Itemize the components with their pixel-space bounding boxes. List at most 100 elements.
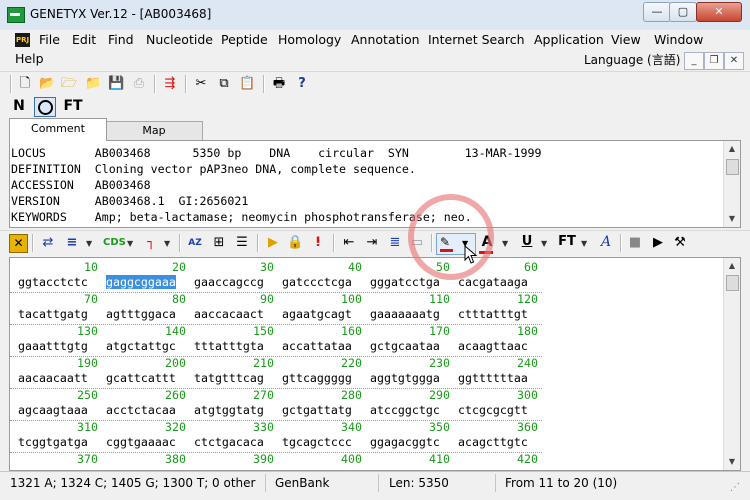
sequence-block[interactable]: tttatttgta — [194, 339, 264, 353]
stop-icon[interactable]: ■ — [627, 235, 643, 251]
open-project-icon[interactable]: 🗁 — [61, 76, 77, 92]
menu-peptide[interactable]: Peptide — [221, 32, 268, 48]
cds-dropdown-icon[interactable]: ▼ — [127, 239, 133, 248]
grid-icon[interactable]: ⊞ — [211, 235, 227, 251]
sequence-block[interactable]: ggttttttaa — [458, 371, 528, 385]
menu-internet-search[interactable]: Internet Search — [428, 32, 525, 48]
sequence-block[interactable]: ggtacctctc — [18, 275, 88, 289]
close-button[interactable]: ✕ — [696, 2, 742, 22]
sequence-block[interactable]: acagcttgtc — [458, 435, 528, 449]
sequence-panel[interactable]: 10 20 30 40 50 60 ggtacctctc gaggcggaaa gaaccagc… — [9, 257, 741, 471]
scroll-thumb[interactable] — [726, 159, 739, 175]
sequence-block[interactable]: atgctattgc — [106, 339, 176, 353]
tools-icon[interactable]: ⚒ — [672, 235, 688, 251]
sequence-block[interactable]: gggatcctga — [370, 275, 440, 289]
sequence-block[interactable]: acaagttaac — [458, 339, 528, 353]
menu-edit[interactable]: Edit — [72, 32, 96, 48]
help-icon[interactable]: ? — [294, 76, 310, 92]
selected-sequence-block[interactable]: gaggcggaaa — [106, 275, 176, 289]
sequence-block[interactable]: gaaatttgtg — [18, 339, 88, 353]
language-selector[interactable]: Language (言語) — [584, 51, 680, 68]
open-folder-icon[interactable]: 📂 — [39, 76, 55, 92]
sequence-block[interactable]: gaaaaaaatg — [370, 307, 440, 321]
font-color-dropdown-icon[interactable]: ▼ — [502, 239, 508, 248]
cut-icon[interactable]: ✂ — [193, 76, 209, 92]
sequence-block[interactable]: gaaccagccg — [194, 275, 264, 289]
seq-scroll-up-icon[interactable]: ▲ — [724, 258, 740, 274]
doc-minimize-button[interactable]: _ — [684, 52, 704, 70]
doc-close-button[interactable]: ✕ — [724, 52, 744, 70]
sequence-block[interactable]: tatgtttcag — [194, 371, 264, 385]
sequence-block[interactable]: ctttatttgt — [458, 307, 528, 321]
line-style-icon[interactable]: ≡ — [63, 235, 81, 251]
menu-annotation[interactable]: Annotation — [351, 32, 420, 48]
scroll-down-icon[interactable]: ▼ — [724, 211, 740, 227]
sequence-block[interactable]: agtttggaca — [106, 307, 176, 321]
print-icon[interactable]: 🖶 — [271, 76, 287, 92]
folder-up-icon[interactable]: 📁 — [85, 76, 101, 92]
sequence-block[interactable]: tgcagctccc — [282, 435, 352, 449]
sequence-block[interactable]: ctcgcgcgtt — [458, 403, 528, 417]
print-preview-icon[interactable]: ⎙ — [131, 76, 147, 92]
italic-font-icon[interactable]: A — [598, 234, 614, 250]
sort-icon[interactable]: AZ — [186, 235, 204, 251]
underline-icon[interactable]: U — [519, 234, 535, 250]
sequence-block[interactable]: gctgcaataa — [370, 339, 440, 353]
sequence-block[interactable]: tcggtgatga — [18, 435, 88, 449]
view-mode-circular[interactable] — [34, 97, 56, 117]
convert-icon[interactable]: ⇶ — [162, 76, 178, 92]
position-icon[interactable]: ⵑ — [310, 235, 326, 251]
menu-find[interactable]: Find — [108, 32, 134, 48]
menu-help[interactable]: Help — [15, 51, 44, 67]
sequence-block[interactable]: tacattgatg — [18, 307, 88, 321]
scroll-up-icon[interactable]: ▲ — [724, 141, 740, 157]
sequence-block[interactable]: gcattcattt — [106, 371, 176, 385]
sequence-block[interactable]: ctctgacaca — [194, 435, 264, 449]
view-mode-ft[interactable]: FT — [62, 98, 84, 114]
sequence-block[interactable]: aggtgtggga — [370, 371, 440, 385]
menu-view[interactable]: View — [611, 32, 641, 48]
feature-ft-icon[interactable]: FT — [557, 234, 577, 250]
play-icon[interactable]: ▶ — [650, 235, 666, 251]
resize-grip-icon[interactable]: ⋰ — [730, 482, 740, 493]
seq-scroll-thumb[interactable] — [726, 275, 739, 291]
document-icon[interactable]: PRJ — [15, 33, 30, 47]
sequence-block[interactable]: gatccctcga — [282, 275, 352, 289]
doc-restore-button[interactable]: ❐ — [704, 52, 724, 70]
menu-window[interactable]: Window — [654, 32, 703, 48]
sequence-block[interactable]: acctctacaa — [106, 403, 176, 417]
menu-nucleotide[interactable]: Nucleotide — [146, 32, 213, 48]
intron-icon[interactable]: ┐ — [143, 235, 159, 251]
jump-end-icon[interactable]: ⇥ — [363, 235, 381, 251]
sequence-block[interactable]: gctgattatg — [282, 403, 352, 417]
sequence-block[interactable]: agaatgcagt — [282, 307, 352, 321]
sequence-block[interactable]: gttcaggggg — [282, 371, 352, 385]
sequence-block[interactable]: aacaacaatt — [18, 371, 88, 385]
comment-panel[interactable]: LOCUS AB003468 5350 bp DNA circular SYN … — [9, 140, 741, 228]
view-mode-n[interactable]: N — [11, 98, 27, 114]
intron-dropdown-icon[interactable]: ▼ — [164, 239, 170, 248]
menu-file[interactable]: File — [39, 32, 60, 48]
sequence-block[interactable]: accattataa — [282, 339, 352, 353]
menu-homology[interactable]: Homology — [278, 32, 341, 48]
save-icon[interactable]: 💾 — [108, 76, 124, 92]
maximize-button[interactable]: ▢ — [669, 2, 697, 22]
sequence-block[interactable]: agcaagtaaa — [18, 403, 88, 417]
tab-comment[interactable]: Comment — [9, 118, 107, 141]
list-icon[interactable]: ☰ — [234, 235, 250, 251]
line-style-dropdown-icon[interactable]: ▼ — [86, 239, 92, 248]
new-file-icon[interactable]: 🗋 — [17, 76, 33, 92]
close-panel-icon[interactable]: ✕ — [9, 234, 28, 253]
sequence-block[interactable]: aaccacaact — [194, 307, 264, 321]
marker-icon[interactable]: ▶ — [265, 235, 281, 251]
lock-icon[interactable]: 🔒 — [287, 235, 303, 251]
sequence-block[interactable]: ggagacggtc — [370, 435, 440, 449]
sequence-scrollbar[interactable]: ▲ ▼ — [723, 258, 740, 470]
tab-map[interactable]: Map — [105, 121, 203, 141]
sequence-block[interactable]: atccggctgc — [370, 403, 440, 417]
copy-icon[interactable]: ⧉ — [216, 76, 232, 92]
sequence-block[interactable]: cggtgaaaac — [106, 435, 176, 449]
numbering-icon[interactable]: ≣ — [386, 235, 404, 251]
app-icon[interactable] — [7, 7, 25, 23]
seq-scroll-down-icon[interactable]: ▼ — [724, 454, 740, 470]
